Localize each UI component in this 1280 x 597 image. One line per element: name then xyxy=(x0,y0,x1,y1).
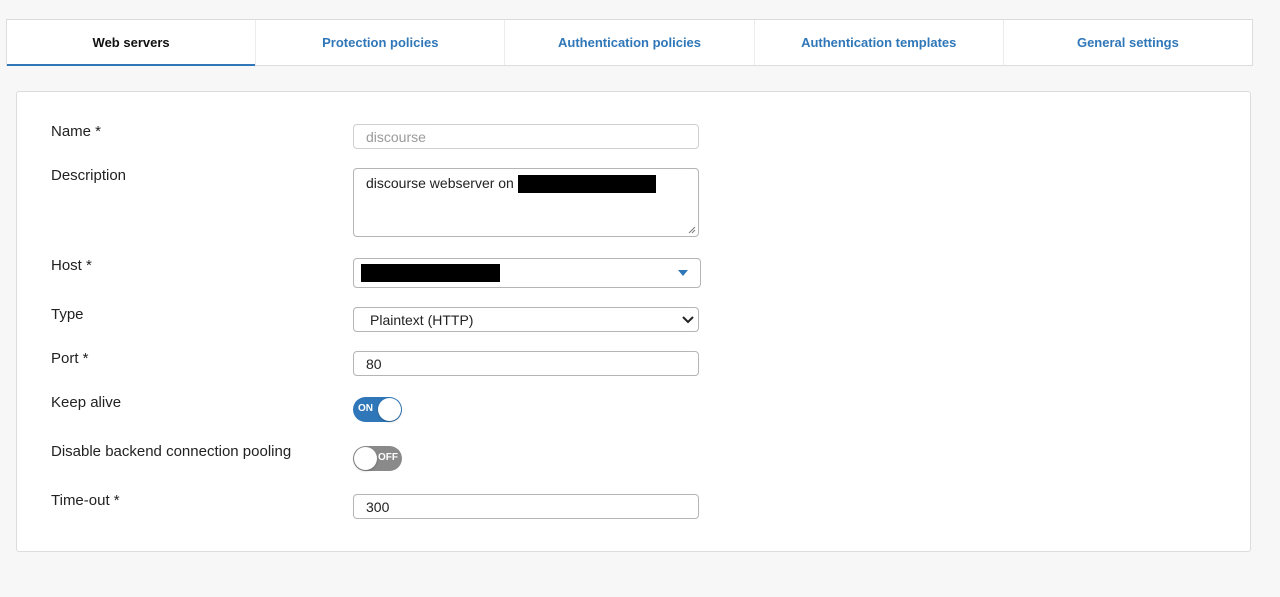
port-label: Port * xyxy=(51,350,89,367)
name-input[interactable] xyxy=(353,124,699,149)
toggle-knob xyxy=(354,447,377,470)
tab-general-settings[interactable]: General settings xyxy=(1004,20,1252,65)
description-text: discourse webserver on xyxy=(366,175,514,191)
type-label: Type xyxy=(51,306,84,323)
keep-alive-state: ON xyxy=(358,403,373,414)
caret-down-icon xyxy=(678,270,688,276)
tab-protection-policies[interactable]: Protection policies xyxy=(256,20,506,65)
timeout-label: Time-out * xyxy=(51,492,120,509)
keep-alive-label: Keep alive xyxy=(51,394,122,411)
toggle-knob xyxy=(378,398,401,421)
resize-handle-icon[interactable] xyxy=(688,226,696,234)
port-input[interactable] xyxy=(353,351,699,376)
chevron-down-icon xyxy=(682,315,694,323)
host-redacted-value xyxy=(361,264,500,282)
type-value: Plaintext (HTTP) xyxy=(370,311,474,328)
disable-pooling-state: OFF xyxy=(378,452,398,463)
tab-authentication-templates[interactable]: Authentication templates xyxy=(755,20,1004,65)
tab-authentication-policies[interactable]: Authentication policies xyxy=(505,20,755,65)
host-label: Host * xyxy=(51,257,92,274)
timeout-input[interactable] xyxy=(353,494,699,519)
name-label: Name * xyxy=(51,123,102,140)
host-select[interactable] xyxy=(353,258,701,288)
description-textarea[interactable]: discourse webserver on xyxy=(353,168,699,237)
description-label: Description xyxy=(51,167,127,184)
tab-web-servers[interactable]: Web servers xyxy=(7,20,257,66)
disable-pooling-toggle[interactable]: OFF xyxy=(353,446,402,471)
web-server-form: Name * Description discourse webserver o… xyxy=(16,91,1251,552)
type-select[interactable]: Plaintext (HTTP) xyxy=(353,307,699,332)
keep-alive-toggle[interactable]: ON xyxy=(353,397,402,422)
redacted-block xyxy=(517,175,656,194)
tab-bar: Web servers Protection policies Authenti… xyxy=(6,19,1253,66)
disable-pooling-label: Disable backend connection pooling xyxy=(51,443,292,460)
